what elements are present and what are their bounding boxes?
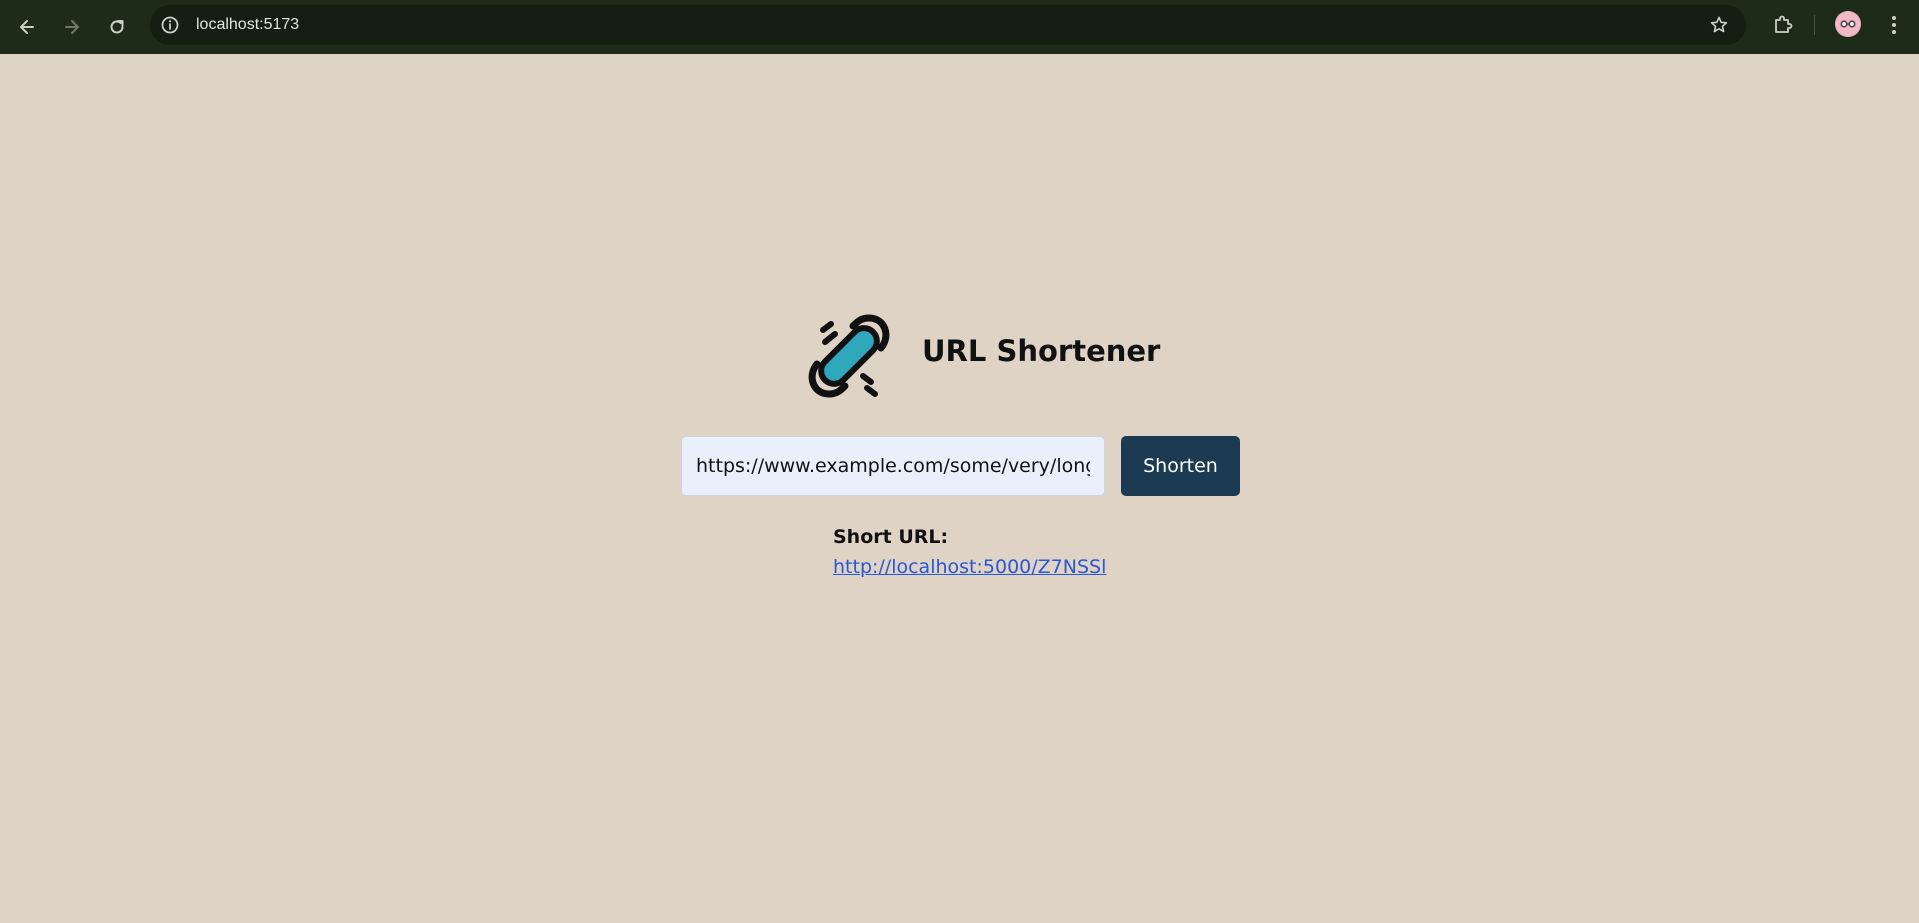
info-icon[interactable] <box>160 15 180 35</box>
profile-glasses-icon <box>1840 20 1856 28</box>
short-url-label: Short URL: <box>833 526 949 548</box>
page-title: URL Shortener <box>922 334 1161 368</box>
back-arrow-icon <box>20 20 34 34</box>
short-url-link[interactable]: http://localhost:5000/Z7NSSl <box>833 556 1106 578</box>
app-header: URL Shortener <box>805 312 1160 402</box>
back-button[interactable] <box>12 12 42 42</box>
reload-icon <box>110 20 124 34</box>
address-text[interactable]: localhost:5173 <box>196 5 299 45</box>
star-icon[interactable] <box>1709 15 1729 35</box>
forward-arrow-icon <box>65 20 79 34</box>
toolbar-divider <box>1814 15 1815 35</box>
forward-button[interactable] <box>57 12 87 42</box>
shorten-button[interactable]: Shorten <box>1121 436 1240 496</box>
kebab-menu-icon[interactable] <box>1882 13 1906 37</box>
browser-toolbar: localhost:5173 <box>0 0 1919 54</box>
link-chain-icon <box>808 314 890 398</box>
address-bar[interactable]: localhost:5173 <box>150 5 1746 45</box>
puzzle-icon[interactable] <box>1771 13 1795 37</box>
avatar[interactable] <box>1835 11 1861 37</box>
url-input[interactable] <box>681 436 1105 496</box>
reload-button[interactable] <box>102 12 132 42</box>
